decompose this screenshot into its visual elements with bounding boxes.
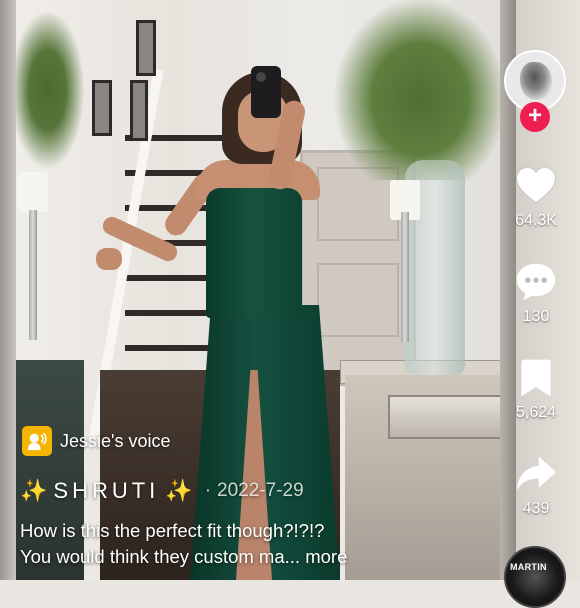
- disc-label: MARTIN: [510, 562, 547, 572]
- bookmark-icon: [521, 359, 551, 397]
- smartphone: [251, 66, 281, 118]
- sound-row[interactable]: Jessie's voice: [22, 426, 170, 456]
- candle-holder: [29, 210, 37, 340]
- comment-button[interactable]: 130: [504, 260, 568, 326]
- like-count: 64.3K: [515, 212, 557, 229]
- plant: [10, 10, 85, 170]
- author-row[interactable]: ✨ SHRUTI ✨ · 2022-7-29: [20, 474, 304, 508]
- follow-button[interactable]: +: [520, 102, 550, 132]
- save-count: 5,624: [515, 404, 557, 421]
- plus-icon: +: [527, 102, 542, 129]
- caption[interactable]: How is this the perfect fit though?!?!? …: [20, 518, 500, 570]
- share-button[interactable]: 439: [504, 452, 568, 518]
- wall-frame: [92, 80, 112, 136]
- wall-frame: [136, 20, 156, 76]
- share-count: 439: [522, 500, 550, 517]
- save-button[interactable]: 5,624: [504, 356, 568, 422]
- heart-icon: [516, 167, 556, 204]
- caption-line-1: How is this the perfect fit though?!?!?: [20, 520, 325, 541]
- comment-count: 130: [522, 308, 550, 325]
- comment-icon: [516, 263, 556, 301]
- creator-profile[interactable]: +: [504, 50, 568, 132]
- more-link[interactable]: more: [305, 546, 347, 567]
- action-rail: + 64.3K 130 5,624 439: [504, 0, 580, 580]
- caption-line-2: You would think they custom ma... more: [20, 544, 500, 570]
- music-disc-icon[interactable]: MARTIN: [504, 546, 566, 608]
- dress-bodice: [206, 188, 302, 318]
- door-panel: [317, 263, 399, 337]
- sound-label: Jessie's voice: [60, 430, 171, 451]
- camera-lens: [256, 72, 266, 82]
- hand: [96, 248, 122, 270]
- mirror-frame: [0, 0, 16, 580]
- candle: [18, 172, 48, 212]
- share-icon: [516, 456, 557, 491]
- caption-line-2-text: You would think they custom ma...: [20, 546, 301, 567]
- candle-holder: [401, 212, 409, 342]
- plant: [335, 0, 505, 180]
- voice-icon: [22, 426, 52, 456]
- post-date: 2022-7-29: [217, 480, 304, 501]
- author-name[interactable]: SHRUTI: [53, 478, 159, 504]
- date-separator: ·: [204, 480, 212, 501]
- like-button[interactable]: 64.3K: [504, 164, 568, 230]
- sparkle-icon: ✨: [165, 478, 193, 503]
- avatar-image: [520, 62, 552, 100]
- sparkle-icon: ✨: [20, 478, 48, 503]
- console-drawer: [388, 395, 502, 439]
- wall-frame: [130, 80, 148, 141]
- voice-glyph-icon: [27, 432, 47, 451]
